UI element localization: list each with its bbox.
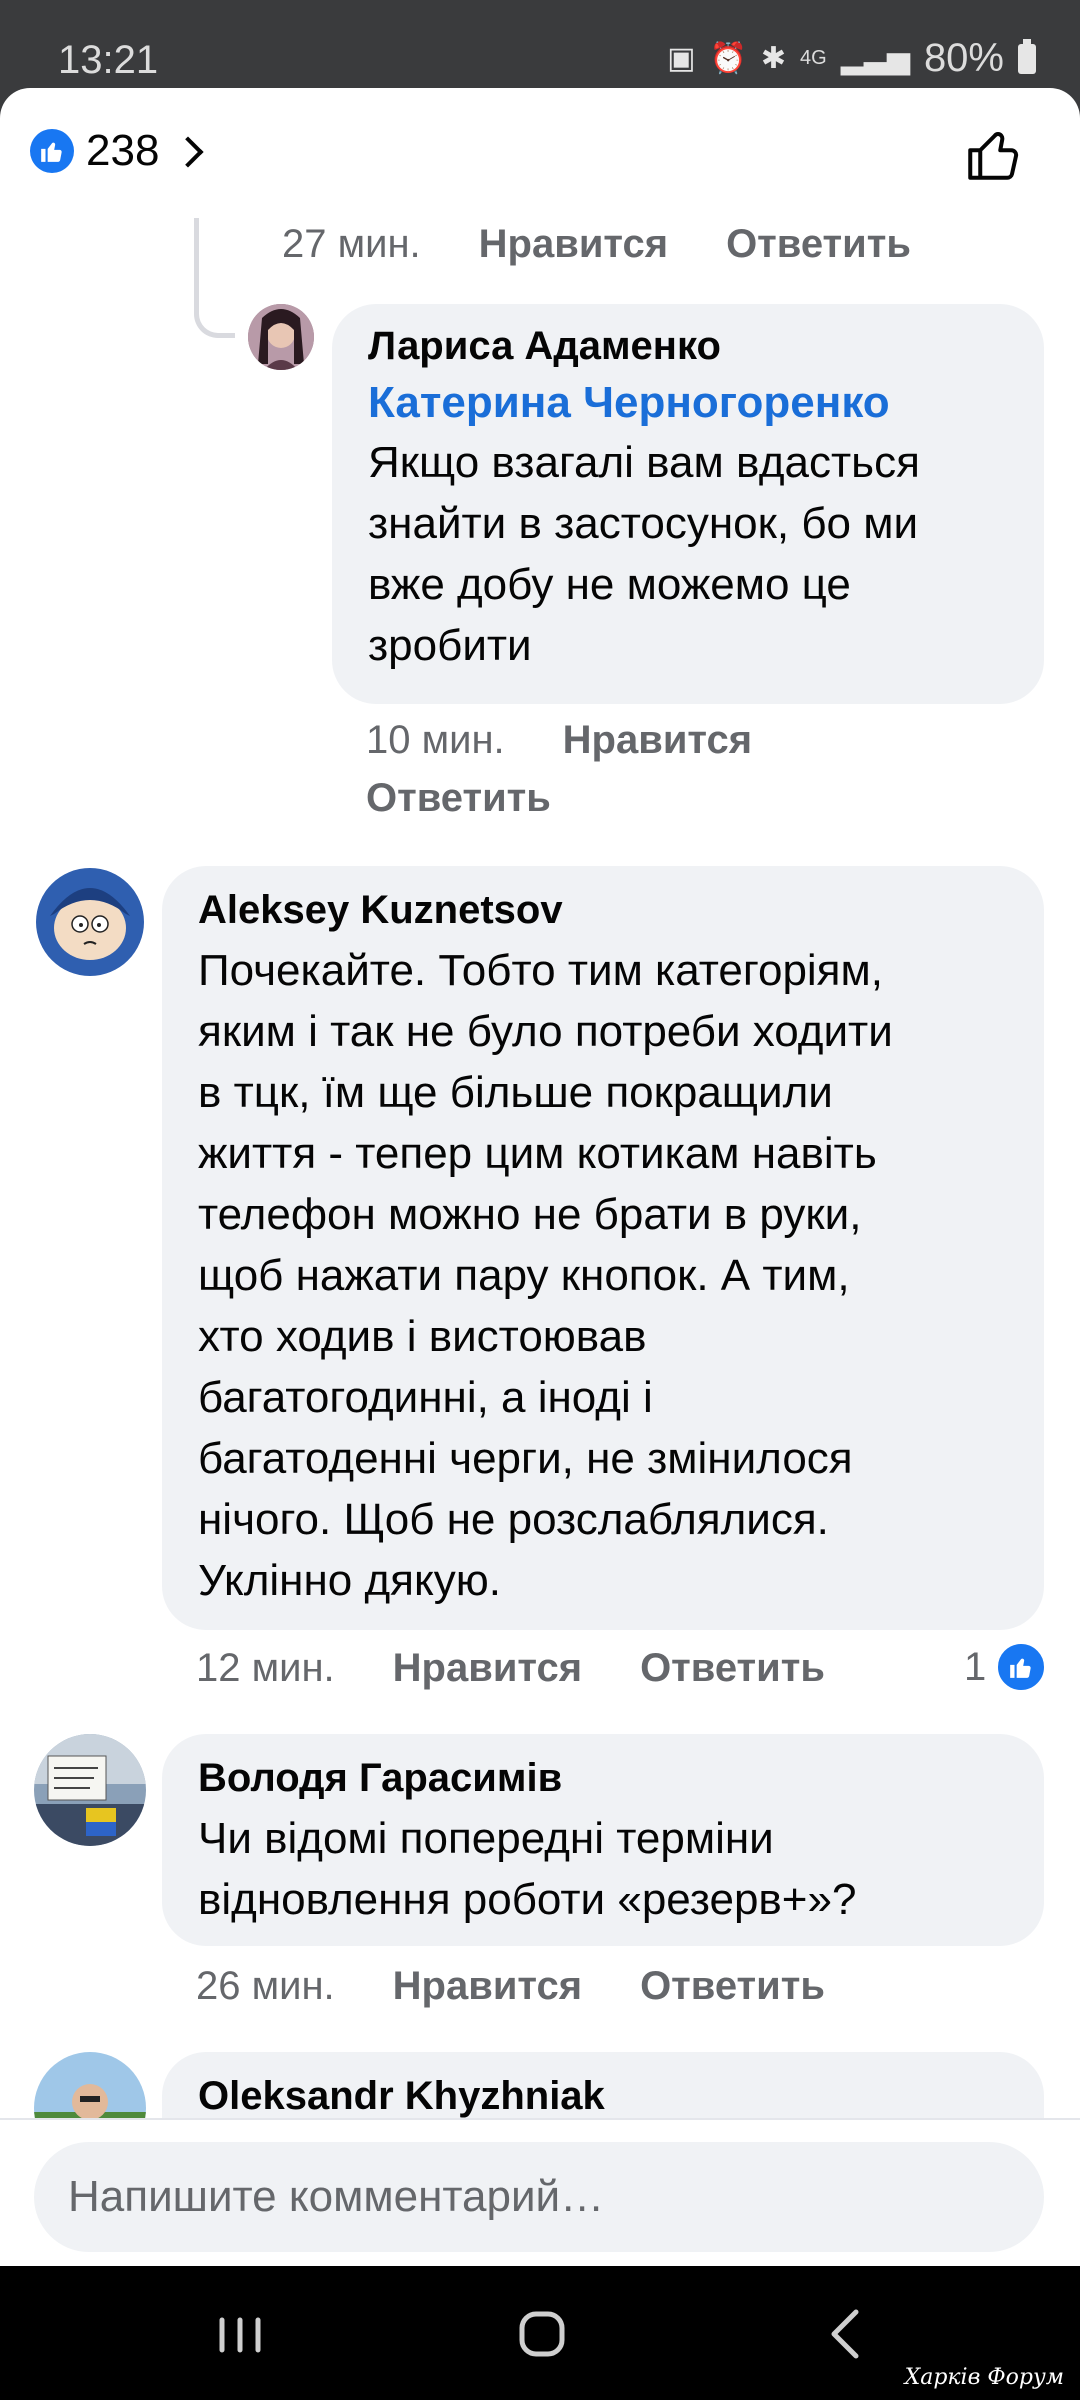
comment-text: Якщо взагалі вам вдасться знайти в засто…: [368, 432, 1008, 676]
sheet-header: 238: [0, 88, 1080, 218]
reply-link[interactable]: Ответить: [640, 1964, 825, 2009]
status-time: 13:21: [58, 38, 159, 82]
comment-line: багатоденні черги, не змінилося: [198, 1434, 853, 1483]
comment-line: життя - тепер цим котикам навіть: [198, 1129, 877, 1178]
comment-composer: Напишите комментарий…: [0, 2118, 1080, 2266]
avatar[interactable]: [34, 2052, 146, 2118]
like-link[interactable]: Нравится: [479, 222, 668, 267]
comment-author[interactable]: Володя Гарасимів: [198, 1754, 1008, 1802]
back-icon[interactable]: [806, 2302, 886, 2366]
sim-icon: ▣: [667, 42, 696, 75]
comment-author[interactable]: Лариса Адаменко: [368, 322, 1008, 370]
comment-bubble[interactable]: Aleksey Kuznetsov Почекайте. Тобто тим к…: [162, 866, 1044, 1630]
comment-line: хто ходив і вистоював: [198, 1312, 647, 1361]
comments-sheet: 238 27 мин. Нравится Ответить Лариса Ада…: [0, 88, 1080, 2266]
comment-line: телефон можно не брати в руки,: [198, 1190, 862, 1239]
reaction-count: 1: [964, 1644, 987, 1689]
avatar[interactable]: [34, 1734, 146, 1846]
comment-time: 26 мин.: [196, 1964, 335, 2008]
comment-text: Чи відомі попередні терміни відновлення …: [198, 1808, 1008, 1930]
comment-time: 10 мин.: [366, 718, 505, 762]
comment-line: Чи відомі попередні терміни: [198, 1814, 774, 1863]
alarm-icon: ⏰: [709, 42, 747, 75]
comment-line: яким і так не було потреби ходити: [198, 1007, 893, 1056]
status-icons: ▣ ⏰ ✱ 4G ▂▃▅ 80%: [667, 36, 1036, 81]
watermark: Харків Форум: [904, 2365, 1064, 2390]
comment-meta: 26 мин. Нравится Ответить: [196, 1964, 825, 2009]
home-icon[interactable]: [502, 2302, 582, 2366]
reply-link[interactable]: Ответить: [640, 1646, 825, 1691]
like-reaction-icon: [996, 1642, 1047, 1692]
comment-meta: 10 мин. Нравится: [366, 718, 752, 763]
reaction-count: 238: [86, 126, 160, 175]
comment-line: Почекайте. Тобто тим категоріям,: [198, 946, 883, 995]
status-bar: 13:21 ▣ ⏰ ✱ 4G ▂▃▅ 80%: [0, 0, 1080, 88]
comment-meta: 12 мин. Нравится Ответить: [196, 1646, 825, 1691]
comment-line: в тцк, їм ще більше покращили: [198, 1068, 833, 1117]
like-reaction-icon: [30, 129, 74, 173]
comment-line: вже добу не можемо це: [368, 560, 851, 609]
thread-connector: [194, 218, 235, 338]
comment-list: 27 мин. Нравится Ответить Лариса Адаменк…: [0, 218, 1080, 2118]
network-label: 4G: [800, 47, 827, 69]
comment-meta: 27 мин. Нравится Ответить: [282, 222, 911, 267]
comment-line: зробити: [368, 621, 532, 670]
mention-link[interactable]: Катерина Черногоренко: [368, 374, 1008, 432]
reply-link[interactable]: Ответить: [366, 776, 551, 821]
chevron-right-icon: [172, 136, 204, 168]
like-link[interactable]: Нравится: [393, 1646, 582, 1691]
recent-apps-icon[interactable]: [200, 2302, 280, 2366]
comment-line: щоб нажати пару кнопок. А тим,: [198, 1251, 850, 1300]
reaction-summary[interactable]: 238: [30, 126, 204, 176]
navigation-bar: Харків Форум: [0, 2266, 1080, 2400]
comment-line: знайти в застосунок, бо ми: [368, 499, 919, 548]
comment-author[interactable]: Oleksandr Khyzhniak: [198, 2072, 1008, 2118]
comment-time: 12 мин.: [196, 1646, 335, 1690]
comment-input[interactable]: Напишите комментарий…: [34, 2142, 1044, 2252]
comment-meta-second-row: Ответить: [366, 776, 551, 821]
battery-icon: [1018, 38, 1036, 74]
comment-author[interactable]: Aleksey Kuznetsov: [198, 886, 1008, 934]
comment-line: нічого. Щоб не розслаблялися.: [198, 1495, 829, 1544]
battery-percent: 80%: [923, 36, 1004, 80]
reply-link[interactable]: Ответить: [726, 222, 911, 267]
comment-time: 27 мин.: [282, 222, 421, 266]
comment-text: Почекайте. Тобто тим категоріям, яким і …: [198, 940, 1008, 1611]
comment-line: Уклінно дякую.: [198, 1556, 501, 1605]
comment-line: відновлення роботи «резерв+»?: [198, 1875, 857, 1924]
avatar[interactable]: [34, 866, 146, 978]
signal-icon: ▂▃▅: [840, 42, 910, 75]
comment-line: багатогодинні, а іноді і: [198, 1373, 653, 1422]
like-link[interactable]: Нравится: [393, 1964, 582, 2009]
comment-bubble[interactable]: Володя Гарасимів Чи відомі попередні тер…: [162, 1734, 1044, 1946]
comment-bubble[interactable]: Лариса Адаменко Катерина Черногоренко Як…: [332, 304, 1044, 704]
comment-reactions[interactable]: 1: [964, 1642, 1047, 1692]
bluetooth-icon: ✱: [760, 42, 787, 75]
like-link[interactable]: Нравится: [563, 718, 752, 763]
comment-bubble[interactable]: Oleksandr Khyzhniak: [162, 2052, 1044, 2118]
avatar[interactable]: [248, 304, 314, 370]
like-outline-icon[interactable]: [964, 124, 1024, 184]
comment-line: Якщо взагалі вам вдасться: [368, 438, 920, 487]
